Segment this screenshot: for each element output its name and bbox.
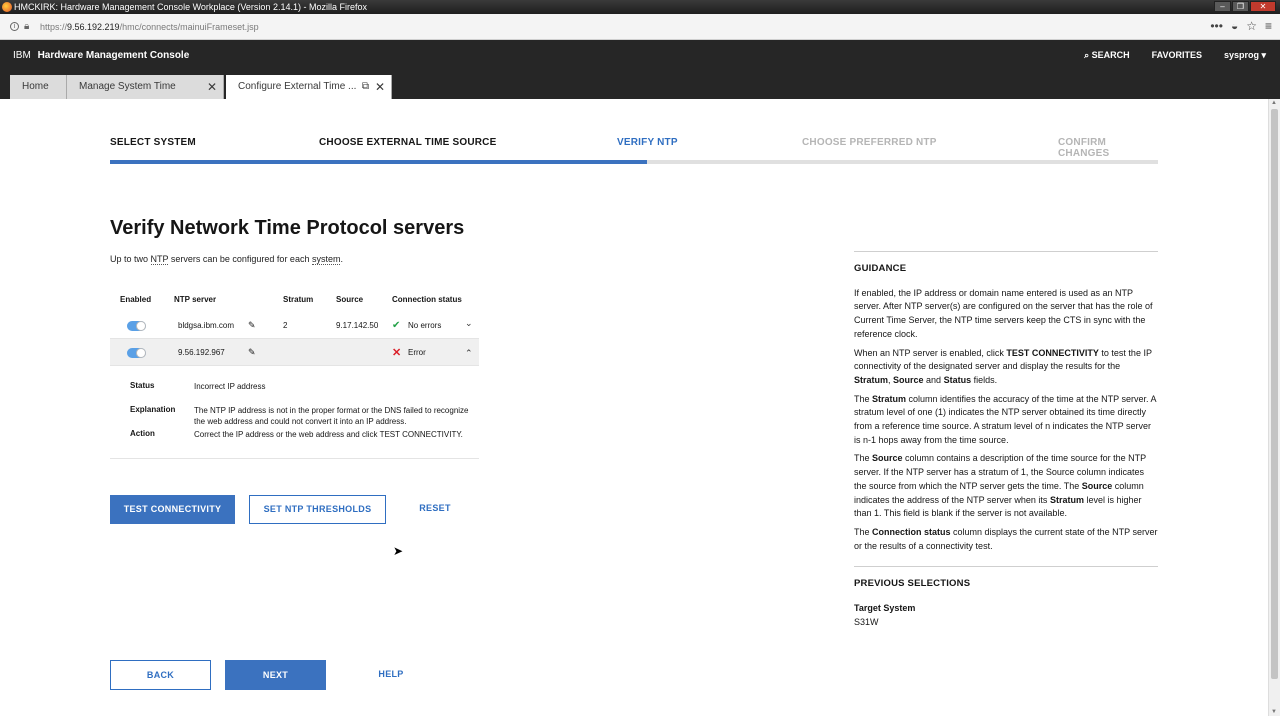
tab-configure-external-time[interactable]: Configure External Time ... ⧉ ✕	[226, 75, 392, 99]
page-subtitle: Up to two NTP servers can be configured …	[110, 254, 343, 265]
product-name: Hardware Management Console	[37, 50, 190, 61]
col-source: Source	[336, 295, 364, 304]
back-button[interactable]: BACK	[110, 660, 211, 690]
details-status-label: Status	[130, 381, 155, 390]
firefox-logo-icon	[2, 2, 12, 12]
table-row: 9.56.192.967 ✎ ✕ Error ⌃	[110, 339, 479, 366]
col-enabled: Enabled	[120, 295, 152, 304]
user-menu[interactable]: sysprog ▾	[1224, 50, 1266, 61]
window-titlebar: HMCKIRK: Hardware Management Console Wor…	[0, 0, 1280, 14]
scroll-up-icon[interactable]: ▲	[1271, 100, 1277, 106]
search-button[interactable]: SEARCH	[1084, 50, 1130, 61]
window-title: HMCKIRK: Hardware Management Console Wor…	[14, 2, 367, 12]
source-value: 9.17.142.50	[336, 321, 379, 330]
details-explanation-value: The NTP IP address is not in the proper …	[194, 406, 469, 426]
url-text[interactable]: https://9.56.192.219/hmc/connects/mainui…	[40, 22, 259, 32]
guidance-p1: If enabled, the IP address or domain nam…	[854, 287, 1153, 339]
ntp-server-name: bldgsa.ibm.com	[178, 321, 235, 330]
browser-tools: ••• ◒ ☆ ≡	[1210, 19, 1272, 33]
target-system-value: S31W	[854, 616, 879, 627]
app-tab-bar: Home Manage System Time ✕ Configure Exte…	[0, 72, 1280, 99]
checkmark-icon: ✔	[392, 320, 401, 331]
set-ntp-thresholds-button[interactable]: SET NTP THRESHOLDS	[249, 495, 386, 524]
header-actions: SEARCH FAVORITES sysprog ▾	[1084, 50, 1266, 61]
term-ntp[interactable]: NTP	[150, 254, 169, 265]
reset-button[interactable]: RESET	[410, 495, 460, 524]
guidance-p4: The Source column contains a description…	[854, 453, 1146, 519]
target-system-label: Target System	[854, 603, 916, 614]
divider	[854, 566, 1158, 568]
guidance-title: GUIDANCE	[854, 263, 907, 274]
col-ntp-server: NTP server	[174, 295, 217, 304]
close-tab-icon[interactable]: ✕	[375, 75, 385, 99]
table-header: Enabled NTP server Stratum Source Connec…	[110, 290, 479, 312]
ntp-server-table: Enabled NTP server Stratum Source Connec…	[110, 290, 479, 459]
bookmark-star-icon[interactable]: ☆	[1246, 19, 1257, 33]
test-connectivity-button[interactable]: TEST CONNECTIVITY	[110, 495, 235, 524]
col-stratum: Stratum	[283, 295, 314, 304]
chevron-down-icon[interactable]: ⌄	[465, 318, 473, 329]
step-choose-preferred-ntp: CHOOSE PREFERRED NTP	[802, 137, 937, 148]
details-explanation-label: Explanation	[130, 405, 176, 414]
window-controls: – ❐ ✕	[1214, 1, 1276, 12]
scroll-down-icon[interactable]: ▼	[1271, 709, 1277, 715]
connection-status-value: Error	[408, 348, 426, 357]
details-action-value: Correct the IP address or the web addres…	[194, 430, 463, 439]
enabled-toggle[interactable]	[127, 321, 146, 331]
connection-status-value: No errors	[408, 321, 442, 330]
edit-icon[interactable]: ✎	[248, 347, 256, 358]
enabled-toggle[interactable]	[127, 348, 146, 358]
ibm-logo: IBM	[13, 50, 31, 61]
edit-icon[interactable]: ✎	[248, 320, 256, 331]
tab-manage-system-time[interactable]: Manage System Time ✕	[67, 75, 224, 99]
tab-home[interactable]: Home	[10, 75, 67, 99]
page-actions-icon[interactable]: •••	[1210, 19, 1223, 33]
chevron-up-icon[interactable]: ⌃	[465, 348, 473, 359]
details-status-value: Incorrect IP address	[194, 382, 266, 391]
close-window-button[interactable]: ✕	[1250, 1, 1276, 12]
stratum-value: 2	[283, 321, 288, 330]
guidance-panel: GUIDANCE If enabled, the IP address or d…	[854, 251, 1158, 629]
error-icon: ✕	[392, 347, 402, 359]
step-select-system: SELECT SYSTEM	[110, 137, 196, 148]
progress-indicator: SELECT SYSTEM CHOOSE EXTERNAL TIME SOURC…	[110, 137, 1158, 167]
scrollbar-thumb[interactable]	[1271, 109, 1278, 679]
previous-selections-title: PREVIOUS SELECTIONS	[854, 578, 971, 590]
favorites-button[interactable]: FAVORITES	[1152, 50, 1202, 61]
main-content: SELECT SYSTEM CHOOSE EXTERNAL TIME SOURC…	[0, 99, 1268, 716]
pocket-icon[interactable]: ◒	[1231, 19, 1238, 33]
progress-fill	[110, 160, 647, 164]
browser-url-bar[interactable]: i 🔒︎ https://9.56.192.219/hmc/connects/m…	[0, 14, 1280, 40]
guidance-p2: When an NTP server is enabled, click TES…	[854, 347, 1152, 385]
guidance-p3: The Stratum column identifies the accura…	[854, 393, 1156, 445]
col-connection-status: Connection status	[392, 295, 462, 304]
next-button[interactable]: NEXT	[225, 660, 326, 690]
help-button[interactable]: HELP	[366, 660, 416, 690]
divider	[854, 251, 1158, 252]
lock-icon[interactable]: 🔒︎	[24, 21, 29, 32]
maximize-button[interactable]: ❐	[1232, 1, 1249, 12]
app-header: IBM Hardware Management Console SEARCH F…	[0, 40, 1280, 72]
vertical-scrollbar[interactable]: ▲ ▼	[1268, 99, 1280, 716]
page-title: Verify Network Time Protocol servers	[110, 217, 465, 239]
step-choose-external-time-source: CHOOSE EXTERNAL TIME SOURCE	[319, 137, 497, 148]
mouse-cursor-icon: ➤	[393, 544, 404, 558]
step-verify-ntp: VERIFY NTP	[617, 137, 678, 148]
brand: IBM Hardware Management Console	[13, 50, 189, 61]
popout-icon[interactable]: ⧉	[362, 75, 369, 99]
table-row: bldgsa.ibm.com ✎ 2 9.17.142.50 ✔ No erro…	[110, 312, 479, 339]
minimize-button[interactable]: –	[1214, 1, 1231, 12]
site-info-icon[interactable]: i	[10, 22, 19, 31]
term-system[interactable]: system	[311, 254, 341, 265]
browser-menu-icon[interactable]: ≡	[1265, 19, 1272, 33]
close-tab-icon[interactable]: ✕	[207, 75, 217, 99]
step-confirm-changes: CONFIRM CHANGES	[1058, 137, 1110, 159]
details-action-label: Action	[130, 429, 155, 438]
guidance-p5: The Connection status column displays th…	[854, 526, 1158, 551]
error-details: Status Incorrect IP address Explanation …	[110, 366, 479, 459]
ntp-server-name: 9.56.192.967	[178, 348, 225, 357]
